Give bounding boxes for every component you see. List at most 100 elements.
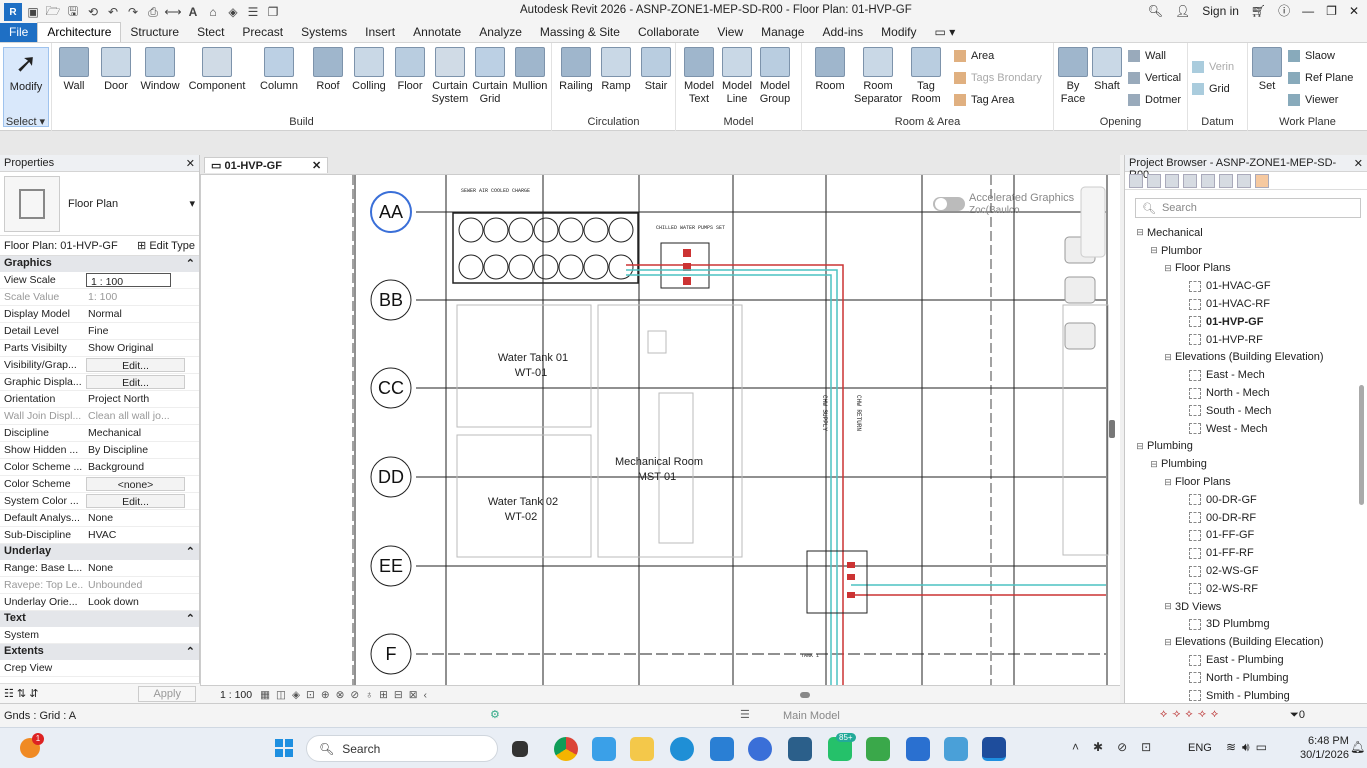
- measure-icon[interactable]: ⟷: [164, 3, 182, 21]
- start-icon[interactable]: [275, 739, 293, 757]
- text-icon[interactable]: A: [184, 3, 202, 21]
- property-value[interactable]: Normal: [84, 306, 199, 322]
- horizontal-scrollbar[interactable]: [800, 692, 810, 698]
- property-value[interactable]: Background: [84, 459, 199, 475]
- property-value[interactable]: Show Original: [84, 340, 199, 356]
- view-item[interactable]: East - Mech: [1133, 366, 1367, 384]
- workset-icon[interactable]: ⚙: [490, 708, 500, 721]
- property-value[interactable]: [84, 627, 199, 643]
- calculator-icon[interactable]: [788, 737, 812, 761]
- hancom-icon[interactable]: [866, 737, 890, 761]
- tab-collaborate[interactable]: Collaborate: [629, 23, 708, 42]
- edit-icon[interactable]: [1255, 174, 1269, 188]
- maximize-icon[interactable]: ❐: [1326, 4, 1337, 18]
- revit-logo-icon[interactable]: R: [4, 3, 22, 21]
- close-icon[interactable]: ✕: [1349, 4, 1359, 18]
- property-edit-button[interactable]: <none>: [86, 477, 185, 491]
- window-button[interactable]: Window: [136, 47, 184, 93]
- settings-icon[interactable]: [1147, 174, 1161, 188]
- property-value[interactable]: By Discipline: [84, 442, 199, 458]
- edge-icon[interactable]: [670, 737, 694, 761]
- task-view-icon[interactable]: [512, 741, 528, 757]
- group-icon[interactable]: [1219, 174, 1233, 188]
- contextual-tab-icon[interactable]: ▭ ▾: [926, 23, 965, 42]
- room-separator-button[interactable]: Room Separator: [854, 47, 902, 106]
- group-graphics[interactable]: Graphics ⌃: [0, 256, 199, 272]
- collapse-toggle-icon[interactable]: ⊟: [1133, 227, 1147, 238]
- view-tab[interactable]: ▭ 01-HVP-GF ✕: [204, 157, 329, 173]
- tab-systems[interactable]: Systems: [292, 23, 356, 42]
- tab-modify[interactable]: Modify: [872, 23, 925, 42]
- tab-add-ins[interactable]: Add-ins: [813, 23, 872, 42]
- column-button[interactable]: Column: [250, 47, 308, 93]
- close-view-icon[interactable]: ✕: [312, 159, 321, 172]
- collapse-icon[interactable]: ⌃: [186, 545, 195, 559]
- view-item[interactable]: 01-HVP-GF: [1133, 313, 1367, 331]
- view-item[interactable]: North - Mech: [1133, 384, 1367, 402]
- main-model-dropdown[interactable]: Main Model: [783, 710, 840, 722]
- collapse-icon[interactable]: ⌃: [186, 612, 195, 626]
- ref-plane-button[interactable]: Ref Plane: [1288, 72, 1353, 84]
- tab-file[interactable]: File: [0, 23, 38, 42]
- model-text-button[interactable]: Model Text: [680, 47, 718, 106]
- tags-brondary-button[interactable]: Tags Brondary: [954, 72, 1042, 84]
- family-icon[interactable]: [1201, 174, 1215, 188]
- sync-icon[interactable]: ⟲: [84, 3, 102, 21]
- wall-button[interactable]: Wall: [1128, 50, 1166, 62]
- switch-windows-icon[interactable]: ❐: [264, 3, 282, 21]
- area-button[interactable]: Area: [954, 50, 994, 62]
- curtain-grid-button[interactable]: Curtain Grid: [470, 47, 510, 106]
- save-icon[interactable]: 🖫: [64, 3, 82, 21]
- tree-folder[interactable]: ⊟ 3D Views: [1133, 598, 1367, 616]
- type-selector[interactable]: Floor Plan ▾: [0, 172, 199, 236]
- 3d-view-icon[interactable]: ⌂: [204, 3, 222, 21]
- tree-folder[interactable]: ⊟ Floor Plans: [1133, 260, 1367, 278]
- property-value[interactable]: [84, 660, 199, 676]
- view-item[interactable]: 02-WS-GF: [1133, 562, 1367, 580]
- browser-scrollbar[interactable]: [1359, 385, 1364, 505]
- colling-button[interactable]: Colling: [348, 47, 390, 93]
- tree-folder[interactable]: ⊟ Floor Plans: [1133, 473, 1367, 491]
- taskbar-search[interactable]: 🔍︎ Search: [306, 735, 498, 762]
- curtain-system-button[interactable]: Curtain System: [430, 47, 470, 106]
- home-icon[interactable]: [1129, 174, 1143, 188]
- property-edit-button[interactable]: Edit...: [86, 494, 185, 508]
- property-value[interactable]: Project North: [84, 391, 199, 407]
- collapse-toggle-icon[interactable]: ⊟: [1161, 352, 1175, 363]
- schedule-icon[interactable]: [1165, 174, 1179, 188]
- browser-search-input[interactable]: 🔍︎ Search: [1135, 198, 1361, 218]
- view-item[interactable]: 01-FF-RF: [1133, 544, 1367, 562]
- view-item[interactable]: 02-WS-RF: [1133, 580, 1367, 598]
- collapse-toggle-icon[interactable]: ⊟: [1161, 263, 1175, 274]
- network-volume-battery-icons[interactable]: ≋🔊︎▭: [1226, 740, 1273, 755]
- door-button[interactable]: Door: [96, 47, 136, 93]
- language-indicator[interactable]: ENG: [1188, 742, 1212, 754]
- roof-button[interactable]: Roof: [308, 47, 348, 93]
- revit-taskbar-icon[interactable]: [982, 737, 1006, 761]
- notifications-icon[interactable]: 🔔︎: [1350, 740, 1365, 754]
- tag-icon[interactable]: ◈: [224, 3, 242, 21]
- tree-folder[interactable]: ⊟ Elevations (Building Elevation): [1133, 349, 1367, 367]
- tab-manage[interactable]: Manage: [752, 23, 813, 42]
- floor-button[interactable]: Floor: [390, 47, 430, 93]
- collapse-toggle-icon[interactable]: ⊟: [1133, 441, 1147, 452]
- sign-in-link[interactable]: Sign in: [1202, 4, 1239, 18]
- view-item[interactable]: South - Mech: [1133, 402, 1367, 420]
- ramp-button[interactable]: Ramp: [596, 47, 636, 93]
- edit-type-button[interactable]: ⊞ Edit Type: [137, 239, 195, 252]
- property-value[interactable]: 1 : 100: [86, 273, 171, 287]
- property-value[interactable]: Fine: [84, 323, 199, 339]
- cart-icon[interactable]: 🛒︎: [1251, 4, 1266, 18]
- tag-area-button[interactable]: Tag Area: [954, 94, 1014, 106]
- apply-button[interactable]: Apply: [138, 685, 196, 702]
- wall-button[interactable]: Wall: [52, 47, 96, 93]
- view-item[interactable]: 01-HVAC-GF: [1133, 277, 1367, 295]
- thin-lines-icon[interactable]: ☰: [244, 3, 262, 21]
- file-explorer-icon[interactable]: [630, 737, 654, 761]
- model-group-button[interactable]: Model Group: [756, 47, 794, 106]
- collapse-toggle-icon[interactable]: ⊟: [1161, 601, 1175, 612]
- collapse-icon[interactable]: ⌃: [186, 645, 195, 659]
- user-icon[interactable]: 👤︎: [1175, 4, 1190, 18]
- tab-stect[interactable]: Stect: [188, 23, 233, 42]
- collapse-toggle-icon[interactable]: ⊟: [1147, 459, 1161, 470]
